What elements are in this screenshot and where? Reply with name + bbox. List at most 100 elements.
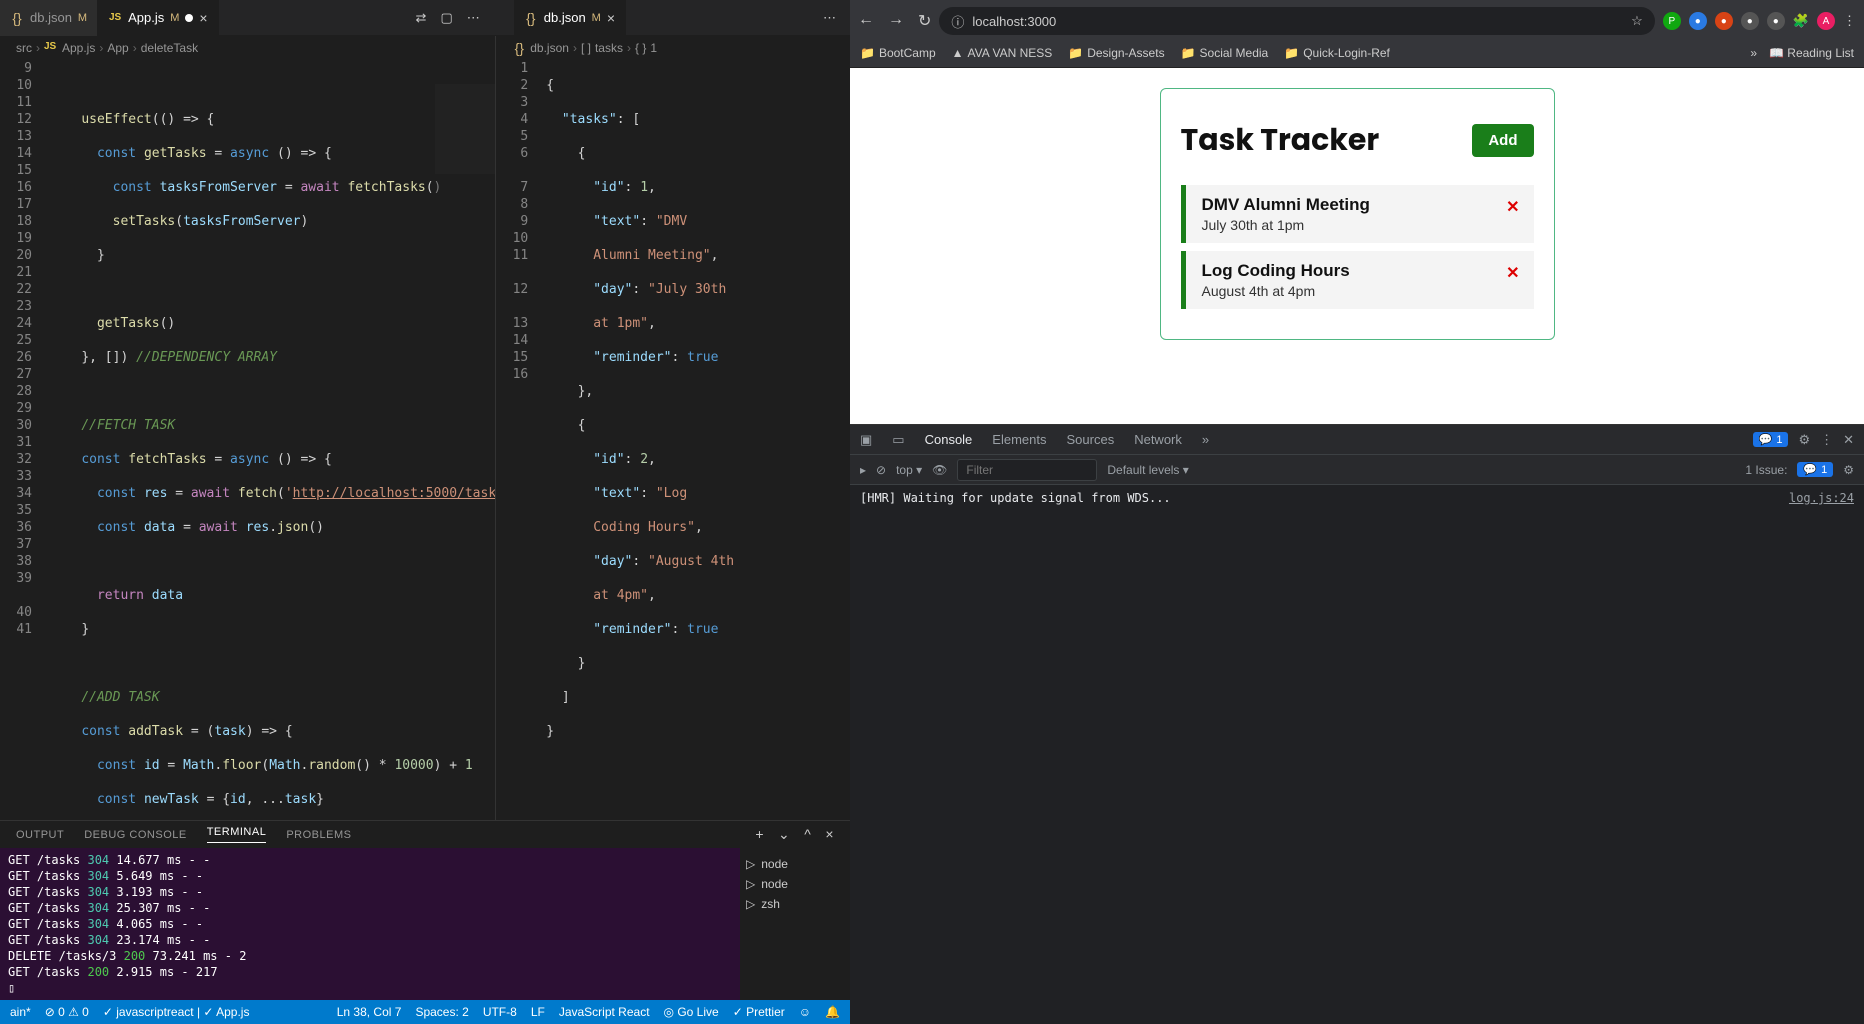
ext-icon[interactable]: P: [1663, 12, 1681, 30]
ext-icon[interactable]: ●: [1715, 12, 1733, 30]
page-content: Task Tracker Add DMV Alumni Meeting July…: [850, 68, 1864, 424]
log-levels[interactable]: Default levels ▾: [1107, 463, 1188, 477]
close-icon[interactable]: ×: [199, 10, 207, 26]
gear-icon[interactable]: ⚙: [1798, 432, 1810, 448]
delete-icon[interactable]: ✕: [1506, 263, 1519, 283]
terminal-item[interactable]: ▷zsh: [746, 894, 844, 914]
panel-tab-problems[interactable]: PROBLEMS: [286, 829, 351, 841]
task-item[interactable]: Log Coding Hours August 4th at 4pm ✕: [1181, 251, 1534, 309]
app-title: Task Tracker: [1181, 117, 1380, 163]
bell-icon[interactable]: 🔔: [825, 1005, 840, 1019]
gutter: 9101112131415161718192021222324252627282…: [0, 60, 50, 820]
terminal-item[interactable]: ▷node: [746, 874, 844, 894]
tab-dbjson[interactable]: {} db.json M: [0, 0, 98, 36]
js-icon: JS: [44, 41, 58, 55]
address-bar[interactable]: ⓘ localhost:3000 ☆: [939, 7, 1654, 35]
code-editor[interactable]: 9101112131415161718192021222324252627282…: [0, 60, 495, 820]
maximize-icon[interactable]: ^: [804, 826, 811, 843]
language-mode[interactable]: JavaScript React: [559, 1005, 650, 1019]
extensions: P ● ● ● ● 🧩 A ⋮: [1663, 12, 1856, 30]
dt-tab-network[interactable]: Network: [1134, 432, 1182, 447]
diagnostics[interactable]: ⊘ 0 ⚠ 0: [45, 1005, 89, 1019]
clear-icon[interactable]: ⊘: [876, 463, 886, 477]
prettier[interactable]: ✓ Prettier: [733, 1005, 785, 1019]
bookmark[interactable]: 📁 Social Media: [1181, 46, 1269, 60]
terminal-list: ▷node ▷node ▷zsh: [740, 848, 850, 1000]
feedback-icon[interactable]: ☺: [799, 1005, 811, 1019]
task-item[interactable]: DMV Alumni Meeting July 30th at 1pm ✕: [1181, 185, 1534, 243]
tab-dbjson-right[interactable]: {} db.json M ×: [514, 0, 626, 36]
breadcrumb[interactable]: src› JS App.js› App› deleteTask: [0, 36, 495, 60]
ext-icon[interactable]: ●: [1741, 12, 1759, 30]
menu-icon[interactable]: ⋮: [1843, 13, 1856, 29]
editor-tabs-row: {} db.json M JS App.js M × ⇄ ▢ ⋯ {} db.j…: [0, 0, 850, 36]
add-button[interactable]: Add: [1472, 124, 1533, 157]
terminal-icon: ▷: [746, 897, 755, 911]
star-icon[interactable]: ☆: [1631, 13, 1643, 29]
encoding[interactable]: UTF-8: [483, 1005, 517, 1019]
terminal-panel: OUTPUT DEBUG CONSOLE TERMINAL PROBLEMS +…: [0, 820, 850, 1000]
bookmarks-overflow[interactable]: »: [1750, 46, 1757, 60]
close-icon[interactable]: ×: [825, 826, 834, 843]
dt-tab-console[interactable]: Console: [925, 432, 973, 447]
eye-icon[interactable]: 👁: [932, 463, 947, 477]
terminal-output[interactable]: GET /tasks 304 14.677 ms - - GET /tasks …: [0, 848, 740, 1000]
dropdown-icon[interactable]: ⌄: [778, 826, 790, 843]
reload-icon[interactable]: ↻: [918, 11, 931, 31]
minimap[interactable]: [435, 84, 495, 384]
ext-icon[interactable]: ●: [1689, 12, 1707, 30]
compare-icon[interactable]: ⇄: [416, 10, 427, 26]
bookmark[interactable]: 📁 BootCamp: [860, 46, 936, 60]
back-icon[interactable]: ←: [858, 11, 874, 31]
log-source[interactable]: log.js:24: [1789, 491, 1854, 505]
inspect-icon[interactable]: ▣: [860, 432, 872, 448]
gear-icon[interactable]: ⚙: [1843, 463, 1854, 477]
split-icon[interactable]: ▢: [440, 10, 452, 26]
editor-split: src› JS App.js› App› deleteTask 91011121…: [0, 36, 850, 820]
device-icon[interactable]: ▭: [892, 432, 904, 448]
extensions-icon[interactable]: 🧩: [1793, 13, 1809, 29]
more-icon[interactable]: ⋯: [823, 10, 836, 26]
filter-input[interactable]: [957, 459, 1097, 481]
sidebar-toggle-icon[interactable]: ▸: [860, 463, 866, 477]
modified-indicator: M: [592, 12, 601, 24]
panel-tab-output[interactable]: OUTPUT: [16, 829, 64, 841]
info-icon[interactable]: ⓘ: [951, 12, 964, 31]
breadcrumb[interactable]: {} db.json› [ ] tasks› { } 1: [496, 36, 850, 60]
dt-overflow-icon[interactable]: »: [1202, 432, 1209, 447]
code-content[interactable]: { "tasks": [ { "id": 1, "text": "DMV Alu…: [546, 60, 850, 820]
task-tracker-app: Task Tracker Add DMV Alumni Meeting July…: [1160, 88, 1555, 340]
code-editor[interactable]: 12345678910111213141516 { "tasks": [ { "…: [496, 60, 850, 820]
ext-icon[interactable]: ●: [1767, 12, 1785, 30]
terminal-item[interactable]: ▷node: [746, 854, 844, 874]
go-live[interactable]: ◎ Go Live: [664, 1005, 719, 1019]
dt-tab-elements[interactable]: Elements: [992, 432, 1046, 447]
cursor-position[interactable]: Ln 38, Col 7: [337, 1005, 402, 1019]
more-icon[interactable]: ⋮: [1820, 432, 1833, 448]
message-badge[interactable]: 💬 1: [1753, 432, 1789, 447]
new-terminal-icon[interactable]: +: [755, 826, 764, 843]
delete-icon[interactable]: ✕: [1506, 197, 1519, 217]
branch[interactable]: ain*: [10, 1005, 31, 1019]
reading-list[interactable]: 📖 Reading List: [1769, 46, 1854, 60]
close-icon[interactable]: ✕: [1843, 432, 1854, 448]
tab-actions: ⇄ ▢ ⋯: [416, 10, 494, 26]
panel-tab-debug[interactable]: DEBUG CONSOLE: [84, 829, 186, 841]
code-content[interactable]: useEffect(() => { const getTasks = async…: [50, 60, 495, 820]
avatar[interactable]: A: [1817, 12, 1835, 30]
tab-appjs[interactable]: JS App.js M ×: [98, 0, 219, 36]
panel-tab-terminal[interactable]: TERMINAL: [207, 826, 267, 843]
close-icon[interactable]: ×: [607, 10, 615, 26]
more-icon[interactable]: ⋯: [467, 10, 480, 26]
eol[interactable]: LF: [531, 1005, 545, 1019]
dt-tab-sources[interactable]: Sources: [1067, 432, 1115, 447]
bookmark[interactable]: 📁 Design-Assets: [1068, 46, 1164, 60]
language-status[interactable]: ✓ javascriptreact | ✓ App.js: [103, 1005, 250, 1019]
forward-icon[interactable]: →: [888, 11, 904, 31]
execution-context[interactable]: top ▾: [896, 463, 922, 477]
issues-badge[interactable]: 💬 1: [1797, 462, 1833, 477]
indent[interactable]: Spaces: 2: [415, 1005, 468, 1019]
console-output[interactable]: [HMR] Waiting for update signal from WDS…: [850, 485, 1864, 1024]
bookmark[interactable]: 📁 Quick-Login-Ref: [1284, 46, 1390, 60]
bookmark[interactable]: ▲ AVA VAN NESS: [952, 46, 1053, 60]
